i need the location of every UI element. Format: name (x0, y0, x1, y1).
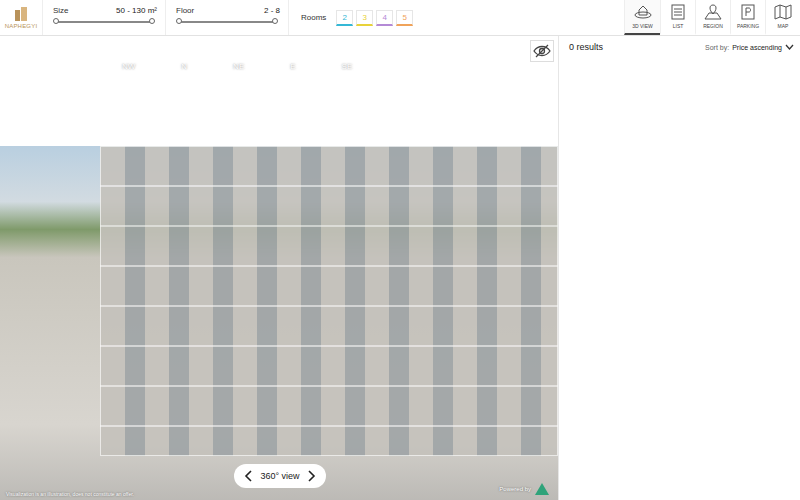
compass-label: NW (122, 62, 135, 71)
chevron-down-icon (785, 44, 794, 50)
powered-by-text: Powered by (499, 486, 531, 492)
sort-dropdown[interactable]: Sort by:Price ascending (705, 44, 794, 51)
app: NAPHEGYISize50 - 130 m²Floor2 - 8Rooms23… (0, 0, 800, 500)
powered-by[interactable]: Powered by (499, 482, 550, 496)
nav-label: REGION (703, 23, 723, 29)
range-slider[interactable] (180, 21, 276, 23)
nav-item[interactable]: MAP (765, 0, 800, 35)
disclaimer: Visualization is an illustration, does n… (6, 491, 134, 497)
range-slider[interactable] (57, 21, 153, 23)
nav-label: MAP (778, 23, 789, 29)
results-count: 0 results (569, 42, 603, 52)
results-panel: 0 results Sort by:Price ascending (558, 36, 800, 500)
room-option[interactable]: 3 (356, 10, 373, 26)
view-nav: 3D VIEW LIST REGION PARKING MAP (624, 0, 800, 35)
logo-text: NAPHEGYI (5, 23, 38, 29)
compass-label: E (290, 62, 295, 71)
compass-label: N (181, 62, 187, 71)
filter-label: Rooms (301, 13, 326, 22)
sort-value: Price ascending (732, 44, 782, 51)
slider-handle[interactable] (149, 18, 155, 24)
compass-label: NE (233, 62, 244, 71)
compass[interactable]: NW N NE E SE (100, 42, 530, 71)
top-bar: NAPHEGYISize50 - 130 m²Floor2 - 8Rooms23… (0, 0, 800, 36)
compass-label: SE (342, 62, 353, 71)
filter-label: Floor (176, 6, 194, 15)
nav-label: PARKING (737, 23, 759, 29)
view-switcher: 360° view (234, 464, 326, 488)
room-option[interactable]: 2 (336, 10, 353, 26)
logo[interactable]: NAPHEGYI (0, 0, 43, 35)
filter-value: 50 - 130 m² (116, 6, 157, 15)
nav-item[interactable]: PARKING (730, 0, 765, 35)
parking-icon (739, 4, 757, 20)
compass-ticks (100, 42, 530, 54)
nav-item[interactable]: REGION (695, 0, 730, 35)
eye-slash-icon (533, 44, 551, 58)
range-filter: Floor 2 - 8 (166, 0, 289, 35)
view-label[interactable]: 360° view (260, 471, 299, 481)
slider-handle[interactable] (53, 18, 59, 24)
slider-handle[interactable] (176, 18, 182, 24)
slider-handle[interactable] (272, 18, 278, 24)
range-filter: Size 50 - 130 m² (43, 0, 166, 35)
filter-label: Size (53, 6, 69, 15)
building-facade[interactable] (100, 146, 558, 456)
slider-fill (180, 21, 276, 23)
chevron-left-icon[interactable] (244, 470, 254, 482)
filter-value: 2 - 8 (264, 6, 280, 15)
room-option[interactable]: 5 (396, 10, 413, 26)
view-360-icon (634, 4, 652, 20)
sort-label: Sort by: (705, 44, 729, 51)
brand-logo-icon (534, 482, 550, 496)
slider-fill (57, 21, 153, 23)
map-icon (774, 4, 792, 20)
list-icon (669, 4, 687, 20)
building-logo-icon (14, 7, 28, 21)
nav-label: LIST (673, 23, 684, 29)
nav-item[interactable]: 3D VIEW (624, 0, 660, 35)
main: NW N NE E SE 360° view Visualization is an ill… (0, 36, 800, 500)
chevron-right-icon[interactable] (306, 470, 316, 482)
nav-label: 3D VIEW (632, 23, 653, 29)
room-option[interactable]: 4 (376, 10, 393, 26)
3d-view[interactable]: NW N NE E SE 360° view Visualization is an ill… (0, 36, 558, 500)
rooms-filter: Rooms 2345 (289, 0, 425, 35)
region-icon (704, 4, 722, 20)
hide-overlay-button[interactable] (530, 40, 554, 62)
nav-item[interactable]: LIST (660, 0, 695, 35)
building-render (0, 146, 558, 500)
